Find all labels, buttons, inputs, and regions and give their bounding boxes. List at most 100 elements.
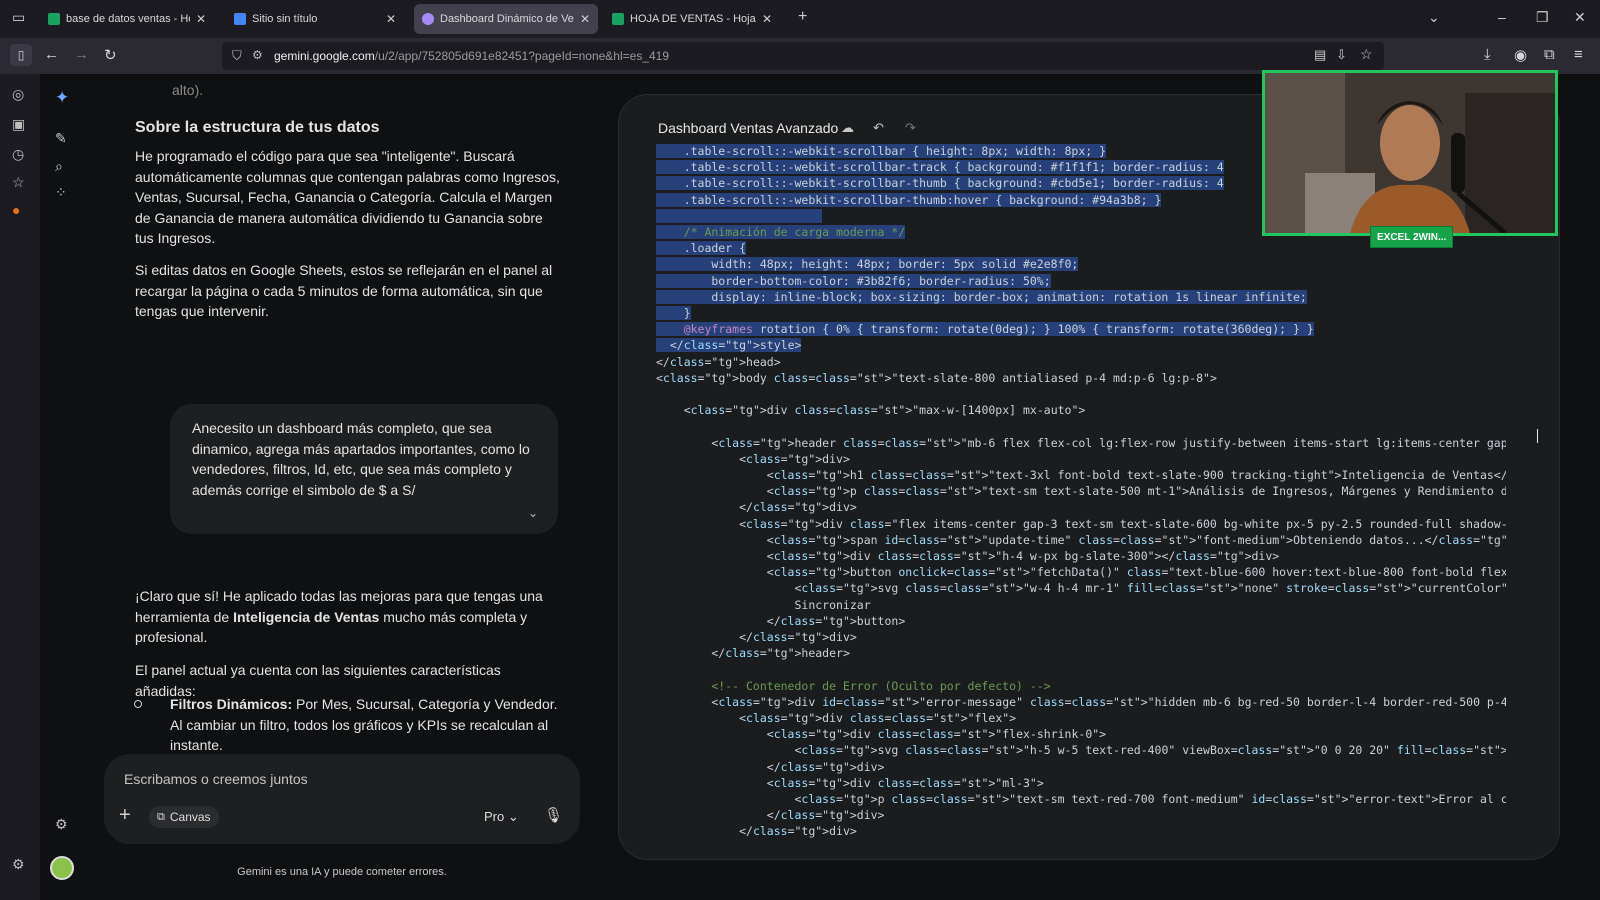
gear-icon[interactable]: ⚙ [12,856,25,873]
user-message-text: Anecesito un dashboard más completo, que… [192,420,530,498]
code-line[interactable]: ​ [656,208,823,224]
gems-icon[interactable]: ⁘ [55,184,67,201]
code-line[interactable]: <class="tg">div class=class="st">"h-4 w-… [656,548,1279,564]
code-line[interactable]: <class="tg">svg class=class="st">"w-4 h-… [656,580,1506,596]
browser-sidebar: ◎ ▣ ◷ ☆ ● ⚙ [0,74,40,900]
star-icon[interactable]: ☆ [12,174,25,191]
scrollbar[interactable] [1519,155,1527,835]
search-icon[interactable]: ⌕ [55,158,63,175]
menu-icon[interactable]: ≡ [1574,46,1583,63]
code-line[interactable]: .table-scroll::-webkit-scrollbar-thumb {… [656,175,1224,191]
canvas-chip[interactable]: ⧉ Canvas [149,806,219,828]
paragraph: Si editas datos en Google Sheets, estos … [135,262,553,319]
code-line[interactable]: </class="tg">div> [656,759,885,775]
back-icon[interactable]: ← [44,46,59,63]
settings-icon[interactable]: ⚙ [55,816,68,833]
code-line[interactable]: /* Animación de carga moderna */ [656,224,906,240]
restore-icon[interactable]: ❐ [1536,9,1549,26]
undo-icon[interactable]: ↶ [873,120,884,136]
code-editor[interactable]: .table-scroll::-webkit-scrollbar { heigh… [656,143,1506,843]
code-line[interactable]: </class="tg">button> [656,613,906,629]
code-line[interactable]: </class="tg">header> [656,645,850,661]
gemini-icon [422,13,434,25]
code-line[interactable]: <class="tg">p class=class="st">"text-sm … [656,483,1506,499]
download-icon[interactable]: ⤓ [1484,46,1491,63]
extensions-icon[interactable]: ⧉ [1544,46,1555,63]
code-line[interactable]: <!-- Contenedor de Error (Oculto por def… [656,678,1050,694]
code-line[interactable]: <class="tg">svg class=class="st">"h-5 w-… [656,742,1506,758]
code-line[interactable]: </class="tg">div> [656,807,885,823]
code-line[interactable]: .table-scroll::-webkit-scrollbar-track {… [656,159,1224,175]
code-line[interactable]: <class="tg">div class=class="st">"ml-3"> [656,775,1044,791]
code-line[interactable]: <class="tg">body class=class="st">"text-… [656,370,1217,386]
code-line[interactable]: Sincronizar [656,597,870,613]
code-line[interactable]: </class="tg">style> [656,337,802,353]
star-icon[interactable]: ☆ [1360,46,1373,63]
close-icon[interactable]: ✕ [580,12,590,26]
presenter-image [1265,73,1555,233]
close-icon[interactable]: ✕ [762,12,772,26]
prompt-input[interactable]: Escribamos o creemos juntos [124,771,308,787]
code-line[interactable]: .loader { [656,240,747,256]
code-line[interactable]: <class="tg">p class=class="st">"text-sm … [656,791,1506,807]
account-icon[interactable]: ◉ [1514,46,1527,64]
tab-hoja-ventas[interactable]: HOJA DE VENTAS - Hojas de cá ✕ [604,4,780,34]
code-line[interactable]: @keyframes rotation { 0% { transform: ro… [656,321,1314,337]
chevron-down-icon[interactable]: ⌄ [528,506,538,520]
reload-icon[interactable]: ↻ [104,46,117,64]
code-line[interactable]: </class="tg">div> [656,629,857,645]
clock-icon[interactable]: ◷ [12,146,24,163]
sidebar-toggle-icon[interactable]: ▯ [10,44,32,66]
tab-list-icon[interactable]: ▭ [12,9,25,26]
add-icon[interactable]: + [119,804,131,827]
code-line[interactable]: </class="tg">div> [656,499,857,515]
code-line[interactable]: <class="tg">div class=class="st">"flex"> [656,710,1016,726]
minimize-icon[interactable]: – [1498,9,1506,25]
code-line[interactable]: .table-scroll::-webkit-scrollbar-thumb:h… [656,192,1162,208]
tab-sitio[interactable]: Sitio sin título ✕ [226,4,404,34]
code-line[interactable]: <class="tg">div class=class="st">"max-w-… [656,402,1086,418]
close-window-icon[interactable]: ✕ [1574,9,1586,26]
redo-icon[interactable]: ↷ [905,120,916,136]
forward-icon[interactable]: → [74,46,89,63]
chevron-down-icon[interactable]: ⌄ [1428,9,1440,26]
code-line[interactable]: .table-scroll::-webkit-scrollbar { heigh… [656,143,1107,159]
code-line[interactable]: width: 48px; height: 48px; border: 5px s… [656,256,1079,272]
sites-icon [234,13,246,25]
address-bar[interactable]: ⛉ ⚙ gemini.google.com/u/2/app/752805d691… [222,42,1384,70]
tab-base-datos[interactable]: base de datos ventas - Hojas de cá ✕ [40,4,214,34]
mic-icon[interactable]: 🎙 [544,806,563,824]
code-line[interactable]: <class="tg">span id=class="st">"update-t… [656,532,1506,548]
avatar[interactable] [50,856,74,880]
code-line[interactable]: <class="tg">button onclick=class="st">"f… [656,564,1506,580]
code-line[interactable]: <class="tg">div> [656,451,850,467]
color-icon[interactable]: ● [12,202,20,218]
code-line[interactable]: <class="tg">div class="flex items-center… [656,516,1506,532]
code-line[interactable]: <class="tg">header class=class="st">"mb-… [656,435,1506,451]
prompt-composer[interactable]: Escribamos o creemos juntos + ⧉ Canvas Pr… [104,754,580,844]
save-icon[interactable]: ⇩ [1336,47,1347,63]
close-icon[interactable]: ✕ [386,12,396,26]
sparkle-icon[interactable]: ✦ [55,88,69,108]
new-chat-icon[interactable]: ✎ [55,130,67,147]
code-line[interactable]: </class="tg">head> [656,354,781,370]
code-line[interactable]: </class="tg">div> [656,840,829,843]
code-line[interactable]: <class="tg">h1 class=class="st">"text-3x… [656,467,1506,483]
model-selector[interactable]: Pro ⌄ [484,809,519,825]
ai-chat-icon[interactable]: ◎ [12,86,24,103]
code-line[interactable]: <class="tg">div class=class="st">"flex-s… [656,726,1106,742]
extension-icon[interactable]: ▣ [12,116,25,133]
shield-icon[interactable]: ⛉ [232,48,242,64]
new-tab-button[interactable]: + [798,8,807,26]
code-line[interactable]: </class="tg">div> [656,823,857,839]
close-icon[interactable]: ✕ [196,12,206,26]
cloud-icon[interactable]: ☁ [841,120,854,136]
reader-icon[interactable]: ▤ [1314,47,1326,63]
code-line[interactable]: <class="tg">div id=class="st">"error-mes… [656,694,1506,710]
tab-dashboard[interactable]: Dashboard Dinámico de Ventas ✕ [414,4,598,34]
site-info-icon[interactable]: ⚙ [252,48,263,62]
code-line[interactable]: } [656,305,691,321]
code-line[interactable]: border-bottom-color: #3b82f6; border-rad… [656,273,1051,289]
code-line[interactable]: display: inline-block; box-sizing: borde… [656,289,1307,305]
sheets-icon [48,13,60,25]
